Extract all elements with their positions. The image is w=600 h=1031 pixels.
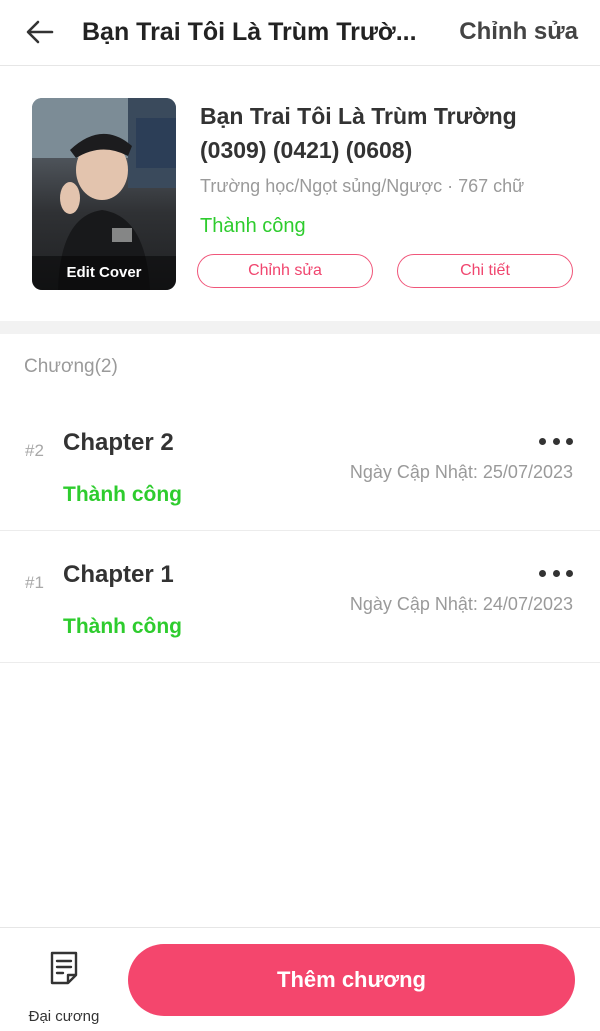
chapter-title[interactable]: Chapter 2 [63, 427, 174, 459]
book-info-card: Edit Cover Bạn Trai Tôi Là Trùm Trường (… [0, 67, 600, 321]
chapters-heading: Chương(2) [24, 356, 118, 377]
book-status: Thành công [200, 215, 306, 237]
edit-cover-label: Edit Cover [32, 256, 176, 290]
chapter-number: #2 [25, 441, 44, 460]
chapter-updated-date: Ngày Cập Nhật: 25/07/2023 [349, 462, 573, 482]
chapter-row[interactable]: #1 Chapter 1 Ngày Cập Nhật: 24/07/2023 T… [0, 531, 600, 663]
chapter-status: Thành công [63, 483, 182, 506]
page-title: Bạn Trai Tôi Là Trùm Trườ... [82, 18, 417, 46]
arrow-left-icon [26, 20, 54, 44]
chapter-status: Thành công [63, 615, 182, 638]
bottom-action-bar: Đại cương Thêm chương [0, 927, 600, 1031]
book-title: Bạn Trai Tôi Là Trùm Trường (0309) (0421… [200, 103, 517, 163]
book-meta: Trường học/Ngọt sủng/Ngược · 767 chữ [200, 176, 525, 196]
top-app-bar: Bạn Trai Tôi Là Trùm Trườ... Chỉnh sửa [0, 0, 600, 66]
book-cover[interactable]: Edit Cover [32, 98, 176, 290]
chapter-updated-date: Ngày Cập Nhật: 24/07/2023 [349, 594, 573, 614]
more-options-icon[interactable] [536, 429, 576, 453]
outline-button[interactable]: Đại cương [14, 946, 114, 1025]
edit-button[interactable]: Chỉnh sửa [459, 16, 578, 48]
chapter-title[interactable]: Chapter 1 [63, 559, 174, 591]
back-button[interactable] [22, 14, 58, 50]
edit-book-button[interactable]: Chỉnh sửa [197, 254, 373, 288]
section-divider [0, 321, 600, 334]
document-list-icon [50, 951, 78, 985]
add-chapter-button[interactable]: Thêm chương [128, 944, 575, 1016]
outline-label: Đại cương [28, 1008, 100, 1025]
chapter-number: #1 [25, 573, 44, 592]
book-detail-button[interactable]: Chi tiết [397, 254, 573, 288]
more-options-icon[interactable] [536, 561, 576, 585]
chapter-row[interactable]: #2 Chapter 2 Ngày Cập Nhật: 25/07/2023 T… [0, 399, 600, 531]
